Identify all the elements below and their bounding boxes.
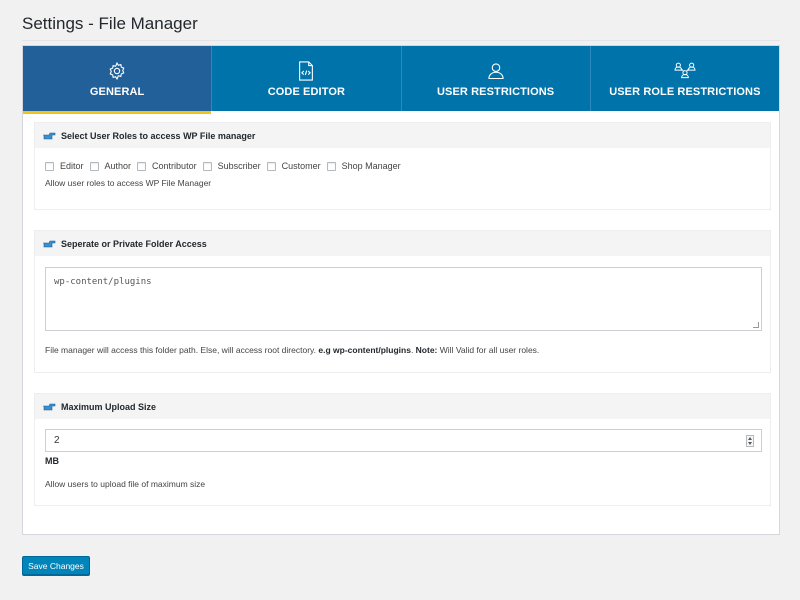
pointing-hand-icon — [43, 132, 56, 140]
upload-size-value: 2 — [54, 435, 60, 446]
pointing-hand-icon — [43, 403, 56, 411]
upload-size-section: Maximum Upload Size 2 MB Allow users to … — [34, 393, 771, 506]
role-checkbox[interactable] — [89, 161, 99, 171]
section-title: Maximum Upload Size — [61, 401, 157, 412]
spinner-down-icon[interactable] — [748, 442, 752, 445]
role-label: Editor — [60, 161, 84, 171]
role-label: Customer — [281, 161, 321, 171]
role-shop-manager[interactable]: Shop Manager — [326, 161, 401, 171]
max-upload-size-input[interactable]: 2 — [45, 429, 762, 452]
page-title: Settings - File Manager — [22, 14, 198, 33]
role-label: Contributor — [152, 161, 197, 171]
help-note-label: Note: — [415, 345, 438, 355]
user-role-network-icon — [674, 60, 696, 82]
role-customer[interactable]: Customer — [266, 161, 321, 171]
tab-user-role-restrictions[interactable]: USER ROLE RESTRICTIONS — [591, 46, 779, 111]
tab-label: USER ROLE RESTRICTIONS — [609, 85, 761, 98]
spinner-up-icon[interactable] — [748, 437, 752, 440]
tab-label: USER RESTRICTIONS — [437, 85, 555, 98]
save-changes-button[interactable]: Save Changes — [22, 556, 90, 575]
tab-label: GENERAL — [89, 85, 145, 98]
help-prefix: File manager will access this folder pat… — [45, 345, 319, 355]
tab-code-editor[interactable]: CODE EDITOR — [212, 46, 402, 111]
role-author[interactable]: Author — [89, 161, 132, 171]
folder-path-textarea[interactable]: wp-content/plugins — [45, 267, 762, 331]
title-divider — [22, 40, 780, 41]
settings-tabs: GENERAL CODE EDITOR USER RESTRICTIONS US… — [23, 46, 779, 114]
upload-unit-label: MB — [45, 456, 59, 466]
role-label: Author — [104, 161, 132, 171]
folder-help-text: File manager will access this folder pat… — [45, 345, 760, 355]
tab-user-restrictions[interactable]: USER RESTRICTIONS — [402, 46, 591, 111]
role-checkbox[interactable] — [202, 161, 212, 171]
pointing-hand-icon — [43, 240, 56, 248]
section-header: Seperate or Private Folder Access — [35, 231, 770, 256]
help-note: Will Valid for all user roles. — [437, 345, 540, 355]
tab-general[interactable]: GENERAL — [23, 46, 213, 114]
roles-help-text: Allow user roles to access WP File Manag… — [45, 178, 212, 188]
folder-path-placeholder: wp-content/plugins — [54, 277, 152, 287]
help-example: e.g wp-content/plugins — [318, 345, 411, 355]
role-checkbox[interactable] — [45, 161, 54, 171]
settings-panel: GENERAL CODE EDITOR USER RESTRICTIONS US… — [22, 45, 780, 535]
role-checkbox[interactable] — [266, 161, 276, 171]
code-file-icon — [295, 60, 317, 82]
number-spinner[interactable] — [746, 435, 754, 447]
tab-label: CODE EDITOR — [267, 85, 346, 98]
role-checkbox[interactable] — [326, 161, 336, 171]
section-title: Select User Roles to access WP File mana… — [61, 130, 256, 141]
role-contributor[interactable]: Contributor — [137, 161, 197, 171]
gear-icon — [106, 60, 128, 82]
role-subscriber[interactable]: Subscriber — [202, 161, 261, 171]
roles-list: Editor Author Contributor Subscriber Cus… — [45, 159, 760, 173]
upload-help-text: Allow users to upload file of maximum si… — [45, 479, 206, 489]
role-checkbox[interactable] — [137, 161, 147, 171]
section-header: Maximum Upload Size — [35, 394, 770, 419]
user-roles-section: Select User Roles to access WP File mana… — [34, 122, 771, 210]
resize-handle[interactable] — [753, 322, 759, 328]
user-icon — [485, 60, 507, 82]
section-header: Select User Roles to access WP File mana… — [35, 123, 770, 148]
role-label: Shop Manager — [341, 161, 401, 171]
section-title: Seperate or Private Folder Access — [61, 238, 207, 249]
role-label: Subscriber — [217, 161, 261, 171]
role-editor[interactable]: Editor — [45, 161, 84, 171]
folder-access-section: Seperate or Private Folder Access wp-con… — [34, 230, 771, 373]
